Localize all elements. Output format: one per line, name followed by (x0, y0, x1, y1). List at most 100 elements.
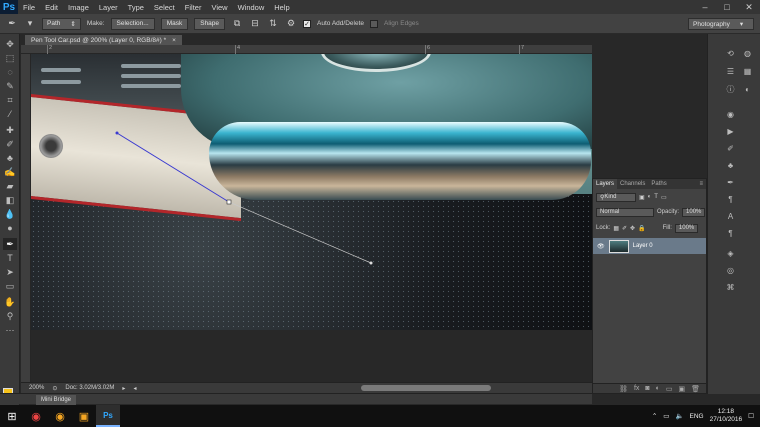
ruler-horizontal[interactable]: 2 4 6 7 (21, 45, 592, 54)
quick-select-tool-icon[interactable]: ✎ (3, 80, 17, 92)
layer-filter-select[interactable]: ⚲ Kind (596, 192, 636, 202)
filter-pixel-icon[interactable]: ▣ (639, 194, 645, 201)
channels-panel-icon[interactable]: ◎ (725, 265, 736, 276)
mini-bridge-tab[interactable]: Mini Bridge (36, 395, 77, 405)
styles-panel-icon[interactable]: ◉ (725, 109, 736, 120)
close-button[interactable]: ✕ (738, 0, 760, 14)
menu-help[interactable]: Help (269, 3, 294, 12)
more-tools-icon[interactable]: ⋯ (3, 324, 17, 336)
notes-panel-icon[interactable]: ¶ (725, 228, 736, 239)
clock[interactable]: 12:18 27/10/2016 (710, 408, 743, 424)
align-edges-checkbox[interactable] (370, 19, 379, 28)
add-mask-icon[interactable]: ◙ (645, 385, 649, 392)
chevron-down-icon[interactable]: ▾ (24, 18, 36, 30)
chrome-icon[interactable]: ◉ (24, 405, 48, 427)
swatches-panel-icon[interactable]: ▦ (742, 66, 753, 77)
tab-channels[interactable]: Channels (617, 179, 648, 189)
new-adjustment-icon[interactable]: ◐ (656, 385, 660, 392)
move-tool-icon[interactable]: ✥ (3, 38, 17, 50)
healing-brush-icon[interactable]: ✚ (3, 124, 17, 136)
speaker-icon[interactable]: 🔈 (675, 412, 683, 420)
clone-stamp-icon[interactable]: ♣ (3, 152, 17, 164)
path-select-tool-icon[interactable]: ➤ (3, 266, 17, 278)
menu-window[interactable]: Window (233, 3, 270, 12)
ruler-vertical[interactable] (21, 54, 31, 382)
anchor-point[interactable] (226, 199, 232, 205)
shape-button[interactable]: Shape (194, 17, 226, 30)
tool-presets-panel-icon[interactable]: ✒ (725, 177, 736, 188)
tab-layers[interactable]: Layers (593, 179, 618, 189)
menu-file[interactable]: File (18, 3, 40, 12)
battery-icon[interactable]: ▭ (663, 412, 669, 420)
dodge-tool-icon[interactable]: ● (3, 222, 17, 234)
status-menu-icon[interactable]: ▸ (122, 385, 125, 392)
shape-tool-icon[interactable]: ▭ (3, 280, 17, 292)
gear-icon[interactable]: ⚙ (285, 18, 297, 30)
panel-menu-icon[interactable]: ≡ (696, 179, 706, 189)
link-layers-icon[interactable]: ⛓ (619, 385, 628, 393)
layer-name[interactable]: Layer 0 (633, 243, 653, 249)
lock-move-icon[interactable]: ✥ (630, 225, 635, 232)
menu-type[interactable]: Type (123, 3, 149, 12)
fill-input[interactable]: 100% (674, 223, 699, 233)
color-panel-icon[interactable]: ◍ (742, 48, 753, 59)
menu-edit[interactable]: Edit (40, 3, 63, 12)
filter-type-icon[interactable]: T (654, 194, 658, 200)
lasso-tool-icon[interactable]: ◌ (3, 66, 17, 78)
adjustments-panel-icon[interactable]: ◐ (742, 84, 753, 95)
menu-select[interactable]: Select (149, 3, 180, 12)
paths-panel-icon[interactable]: ⌘ (725, 282, 736, 293)
windows-start-icon[interactable]: ⊞ (0, 405, 24, 427)
blur-tool-icon[interactable]: 💧 (3, 208, 17, 220)
scroll-left-icon[interactable]: ◂ (133, 385, 136, 392)
eyedropper-tool-icon[interactable]: ⁄ (3, 108, 17, 120)
language-indicator[interactable]: ENG (690, 413, 704, 420)
eye-icon[interactable]: 👁 (597, 243, 605, 250)
document-tab[interactable]: Pen Tool Car.psd @ 200% (Layer 0, RGB/8#… (25, 35, 182, 45)
maximize-button[interactable]: □ (716, 0, 738, 14)
notifications-icon[interactable]: ☐ (748, 412, 754, 420)
eraser-tool-icon[interactable]: ▰ (3, 180, 17, 192)
doc-size-info[interactable]: Doc: 3.02M/3.02M (65, 385, 114, 391)
menu-view[interactable]: View (206, 3, 232, 12)
brush-panel-icon[interactable]: ✐ (725, 143, 736, 154)
type-tool-icon[interactable]: T (3, 252, 17, 264)
lock-paint-icon[interactable]: ✐ (622, 225, 627, 232)
mask-button[interactable]: Mask (160, 17, 189, 30)
pen-tool-icon[interactable]: ✒ (3, 238, 17, 250)
lock-pixels-icon[interactable]: ▦ (613, 225, 619, 232)
pen-tool-icon[interactable]: ✒ (6, 18, 18, 30)
chrome-icon[interactable]: ◉ (48, 405, 72, 427)
info-panel-icon[interactable]: ⓘ (725, 84, 736, 95)
chevron-up-icon[interactable]: ⌃ (652, 412, 657, 420)
history-brush-icon[interactable]: ✍ (3, 166, 17, 178)
marquee-tool-icon[interactable]: ⬚ (3, 52, 17, 64)
workspace-select[interactable]: Photography ▾ (688, 18, 754, 30)
anchor-point[interactable] (115, 131, 119, 135)
photoshop-taskbar-icon[interactable]: Ps (96, 405, 120, 427)
zoom-tool-icon[interactable]: ⚲ (3, 310, 17, 322)
clone-source-panel-icon[interactable]: ♣ (725, 160, 736, 171)
crop-tool-icon[interactable]: ⌗ (3, 94, 17, 106)
path-alignment-icon[interactable]: ⊟ (249, 18, 261, 30)
lock-all-icon[interactable]: 🔒 (638, 225, 645, 232)
menu-layer[interactable]: Layer (94, 3, 123, 12)
menu-image[interactable]: Image (63, 3, 94, 12)
horizontal-scrollbar[interactable] (361, 385, 491, 391)
hand-tool-icon[interactable]: ✋ (3, 296, 17, 308)
layer-row[interactable]: 👁 Layer 0 (593, 238, 706, 254)
layer-style-icon[interactable]: fx (634, 385, 639, 392)
path-operations-icon[interactable]: ⧉ (231, 18, 243, 30)
menu-filter[interactable]: Filter (180, 3, 207, 12)
opacity-input[interactable]: 100% (682, 207, 706, 217)
new-group-icon[interactable]: ▭ (666, 385, 673, 393)
auto-add-delete-checkbox[interactable]: ✓ (303, 19, 312, 28)
gradient-tool-icon[interactable]: ◧ (3, 194, 17, 206)
selection-button[interactable]: Selection... (110, 17, 155, 30)
tool-mode-select[interactable]: Path ⇕ (42, 17, 81, 30)
direction-handle[interactable] (369, 261, 373, 265)
document-canvas[interactable] (31, 54, 592, 382)
layers-panel-icon[interactable]: ◈ (725, 248, 736, 259)
filter-shape-icon[interactable]: ▭ (661, 194, 667, 201)
tab-paths[interactable]: Paths (648, 179, 669, 189)
